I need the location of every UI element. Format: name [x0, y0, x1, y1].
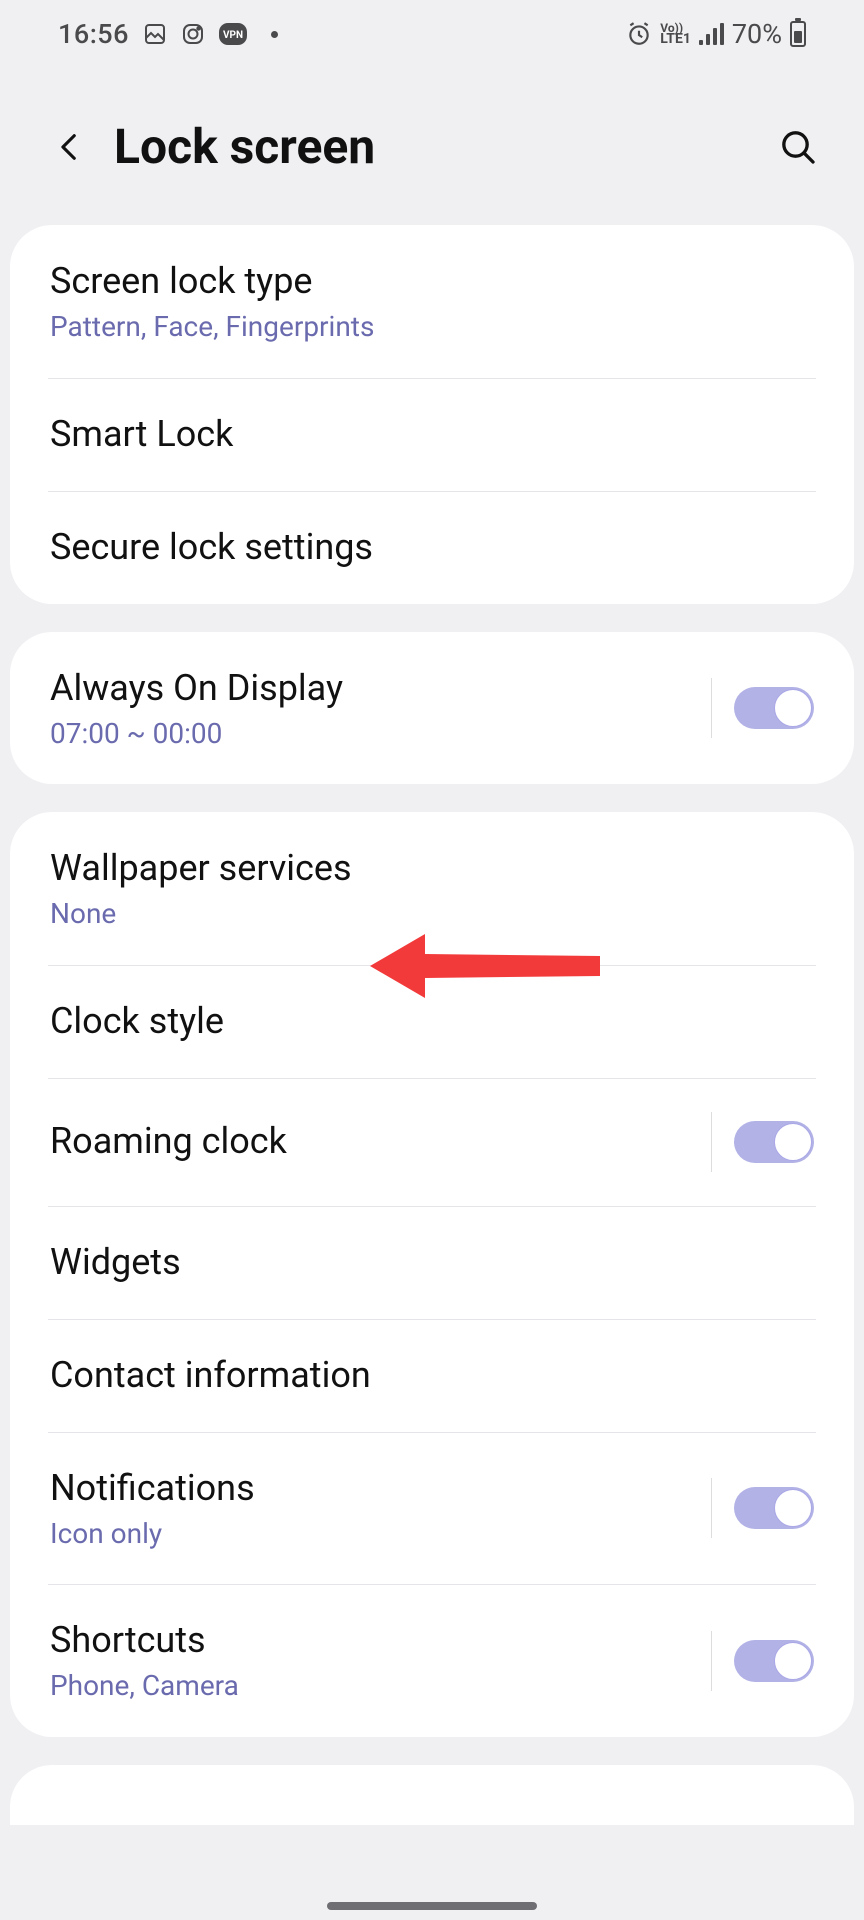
gallery-icon: [143, 22, 167, 46]
volte-indicator-icon: Vo)) LTE1: [660, 23, 691, 45]
signal-icon: [699, 23, 724, 45]
row-title: Screen lock type: [50, 259, 814, 304]
row-title: Widgets: [50, 1240, 814, 1285]
notifications-toggle[interactable]: [734, 1487, 814, 1529]
row-contact-information[interactable]: Contact information: [10, 1319, 854, 1432]
settings-group-lock: Screen lock type Pattern, Face, Fingerpr…: [10, 225, 854, 604]
battery-icon: [790, 21, 806, 47]
status-bar-right: Vo)) LTE1 70%: [626, 18, 806, 50]
divider: [711, 1478, 712, 1538]
settings-group-next[interactable]: [10, 1765, 854, 1825]
settings-group-aod: Always On Display 07:00 ~ 00:00: [10, 632, 854, 785]
row-title: Notifications: [50, 1466, 701, 1511]
battery-text: 70%: [732, 18, 782, 50]
row-title: Secure lock settings: [50, 525, 814, 570]
row-smart-lock[interactable]: Smart Lock: [10, 378, 854, 491]
row-title: Shortcuts: [50, 1618, 701, 1663]
row-secure-lock-settings[interactable]: Secure lock settings: [10, 491, 854, 604]
row-title: Always On Display: [50, 666, 701, 711]
page-header: Lock screen: [0, 68, 864, 225]
row-roaming-clock[interactable]: Roaming clock: [10, 1078, 854, 1206]
divider: [711, 1631, 712, 1691]
nav-indicator[interactable]: [327, 1902, 537, 1910]
row-title: Smart Lock: [50, 412, 814, 457]
vpn-icon: VPN: [219, 23, 247, 45]
row-title: Roaming clock: [50, 1119, 701, 1164]
alarm-icon: [626, 21, 652, 47]
page-title: Lock screen: [114, 118, 772, 175]
back-button[interactable]: [46, 123, 94, 171]
row-title: Contact information: [50, 1353, 814, 1398]
row-subtitle: None: [50, 897, 814, 931]
search-button[interactable]: [772, 121, 824, 173]
search-icon: [778, 127, 818, 167]
row-subtitle: 07:00 ~ 00:00: [50, 717, 701, 751]
row-subtitle: Phone, Camera: [50, 1669, 701, 1703]
chevron-left-icon: [53, 130, 87, 164]
status-time: 16:56: [58, 18, 129, 50]
svg-text:VPN: VPN: [223, 30, 243, 41]
roaming-clock-toggle[interactable]: [734, 1121, 814, 1163]
row-shortcuts[interactable]: Shortcuts Phone, Camera: [10, 1584, 854, 1737]
row-screen-lock-type[interactable]: Screen lock type Pattern, Face, Fingerpr…: [10, 225, 854, 378]
divider: [711, 678, 712, 738]
status-bar: 16:56 VPN Vo)) LTE1 70%: [0, 0, 864, 68]
divider: [711, 1112, 712, 1172]
aod-toggle[interactable]: [734, 687, 814, 729]
row-subtitle: Icon only: [50, 1517, 701, 1551]
row-clock-style[interactable]: Clock style: [10, 965, 854, 1078]
more-notifications-dot-icon: [271, 31, 278, 38]
row-always-on-display[interactable]: Always On Display 07:00 ~ 00:00: [10, 632, 854, 785]
row-wallpaper-services[interactable]: Wallpaper services None: [10, 812, 854, 965]
row-widgets[interactable]: Widgets: [10, 1206, 854, 1319]
shortcuts-toggle[interactable]: [734, 1640, 814, 1682]
instagram-icon: [181, 22, 205, 46]
row-title: Clock style: [50, 999, 814, 1044]
row-notifications[interactable]: Notifications Icon only: [10, 1432, 854, 1585]
status-bar-left: 16:56 VPN: [58, 18, 278, 50]
settings-group-appearance: Wallpaper services None Clock style Roam…: [10, 812, 854, 1737]
row-title: Wallpaper services: [50, 846, 814, 891]
row-subtitle: Pattern, Face, Fingerprints: [50, 310, 814, 344]
